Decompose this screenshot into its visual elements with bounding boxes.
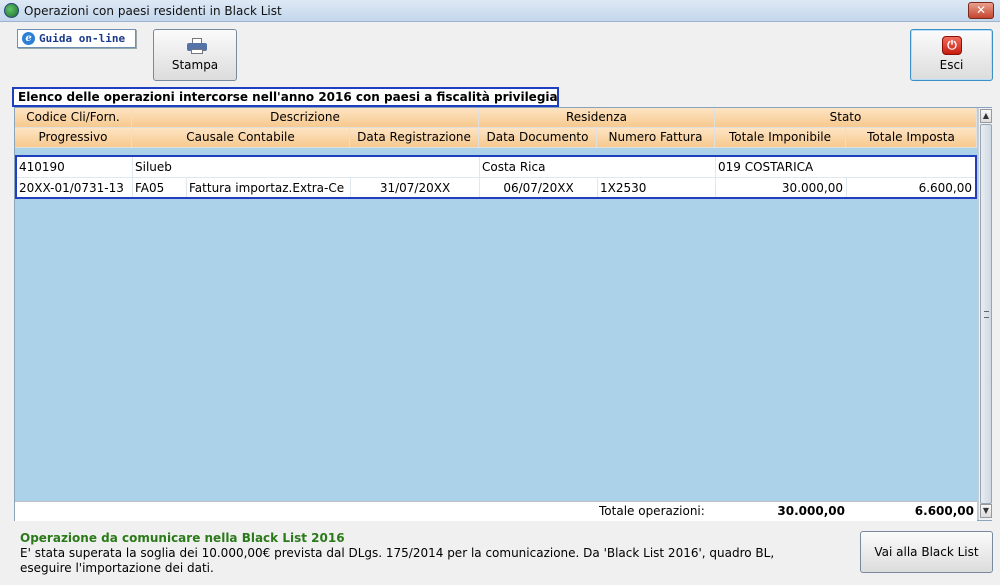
scroll-down-icon[interactable]: ▼	[980, 504, 992, 518]
scroll-up-icon[interactable]: ▲	[980, 109, 992, 123]
header-totale-imponibile[interactable]: Totale Imponibile	[715, 128, 846, 148]
cell-residenza[interactable]: Costa Rica	[480, 157, 716, 177]
cell-data-documento[interactable]: 06/07/20XX	[480, 177, 598, 197]
cell-codice[interactable]: 410190	[17, 157, 133, 177]
header-numero-fattura[interactable]: Numero Fattura	[597, 128, 715, 148]
guida-online-label: Guida on-line	[39, 32, 126, 45]
cell-totale-imposta[interactable]: 6.600,00	[847, 177, 975, 197]
header-descrizione[interactable]: Descrizione	[132, 108, 479, 128]
selected-record[interactable]: 410190 Silueb Costa Rica 019 COSTARICA 2…	[15, 155, 977, 199]
header-data-documento[interactable]: Data Documento	[479, 128, 597, 148]
cell-numero-fattura[interactable]: 1X2530	[598, 177, 716, 197]
header-stato[interactable]: Stato	[715, 108, 977, 128]
cell-causale-codice[interactable]: FA05	[133, 177, 187, 197]
operations-grid: Codice Cli/Forn. Descrizione Residenza S…	[14, 107, 992, 521]
stampa-label: Stampa	[171, 58, 219, 72]
cell-totale-imponibile[interactable]: 30.000,00	[716, 177, 847, 197]
guida-online-button[interactable]: e Guida on-line	[17, 29, 136, 48]
header-residenza[interactable]: Residenza	[479, 108, 715, 128]
totals-label: Totale operazioni:	[599, 504, 705, 518]
scroll-thumb[interactable]	[980, 124, 992, 504]
note-title: Operazione da comunicare nella Black Lis…	[20, 531, 345, 545]
window-title: Operazioni con paesi residenti in Black …	[24, 4, 282, 18]
header-progressivo[interactable]: Progressivo	[15, 128, 132, 148]
window-close-button[interactable]: ✕	[968, 2, 994, 19]
cell-progressivo[interactable]: 20XX-01/0731-13	[17, 177, 133, 197]
totals-row: Totale operazioni: 30.000,00 6.600,00	[15, 501, 977, 521]
stampa-button[interactable]: Stampa	[153, 29, 237, 81]
header-data-registrazione[interactable]: Data Registrazione	[350, 128, 479, 148]
app-icon	[4, 3, 19, 18]
printer-icon	[187, 38, 207, 54]
cell-data-registrazione[interactable]: 31/07/20XX	[351, 177, 480, 197]
totals-imposta: 6.600,00	[914, 504, 974, 518]
totals-imponibile: 30.000,00	[777, 504, 845, 518]
list-heading: Elenco delle operazioni intercorse nell'…	[12, 87, 559, 107]
browser-icon: e	[22, 32, 35, 45]
power-icon: ⏻	[942, 36, 962, 55]
cell-descrizione[interactable]: Silueb	[133, 157, 480, 177]
vai-black-list-button[interactable]: Vai alla Black List	[860, 531, 993, 573]
note-text: E' stata superata la soglia dei 10.000,0…	[20, 546, 775, 575]
cell-stato[interactable]: 019 COSTARICA	[716, 157, 975, 177]
header-codice[interactable]: Codice Cli/Forn.	[15, 108, 132, 128]
title-bar: Operazioni con paesi residenti in Black …	[0, 0, 1000, 22]
vertical-scrollbar[interactable]: ▲ ▼	[978, 108, 992, 520]
esci-label: Esci	[939, 58, 964, 72]
header-causale[interactable]: Causale Contabile	[132, 128, 350, 148]
cell-causale-descrizione[interactable]: Fattura importaz.Extra-Ce	[187, 177, 351, 197]
header-totale-imposta[interactable]: Totale Imposta	[846, 128, 977, 148]
esci-button[interactable]: ⏻ Esci	[910, 29, 993, 81]
